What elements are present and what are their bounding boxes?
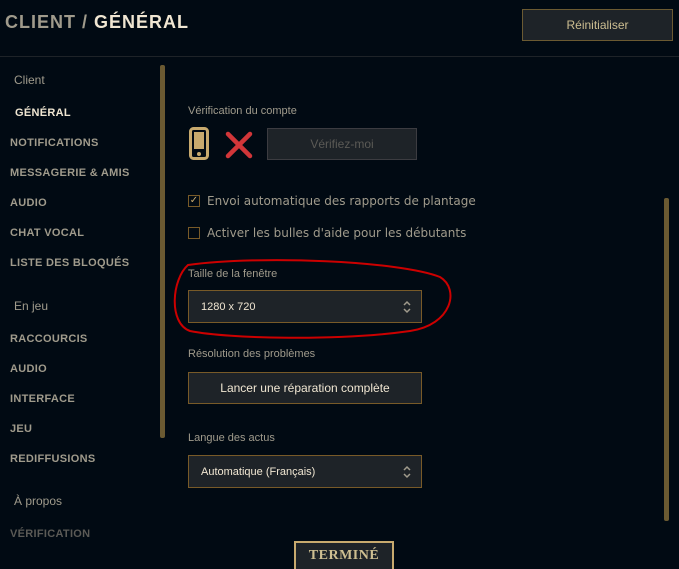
breadcrumb-separator: / [82,12,89,32]
sidebar-section-about: À propos [14,494,63,508]
sidebar-item-voice-chat[interactable]: CHAT VOCAL [10,227,84,239]
breadcrumb-client[interactable]: CLIENT [5,12,76,32]
sidebar-item-messaging-friends[interactable]: MESSAGERIE & AMIS [10,167,130,179]
breadcrumb-current: GÉNÉRAL [94,12,190,32]
chevron-updown-icon [403,465,411,479]
crash-report-option[interactable]: ✓ Envoi automatique des rapports de plan… [188,194,476,208]
header: CLIENT / GÉNÉRAL Réinitialiser [0,0,679,57]
full-repair-button[interactable]: Lancer une réparation complète [188,372,422,404]
crash-report-checkbox[interactable]: ✓ [188,195,200,207]
sidebar-scrollbar[interactable] [160,65,165,438]
sidebar-item-notifications[interactable]: NOTIFICATIONS [10,137,99,149]
main-scrollbar[interactable] [664,198,669,521]
news-language-label: Langue des actus [188,432,275,444]
done-button[interactable]: TERMINÉ [294,541,394,569]
sidebar-section-client: Client [14,73,45,87]
annotation-circle [173,259,452,339]
sidebar-item-audio-game[interactable]: AUDIO [10,363,47,375]
sidebar-item-game[interactable]: JEU [10,423,32,435]
sidebar-item-general[interactable]: GÉNÉRAL [15,107,71,119]
sidebar: Client GÉNÉRAL NOTIFICATIONS MESSAGERIE … [0,57,160,569]
sidebar-item-verification[interactable]: VÉRIFICATION [10,528,90,540]
sidebar-item-replays[interactable]: REDIFFUSIONS [10,453,96,465]
sidebar-item-audio-client[interactable]: AUDIO [10,197,47,209]
reset-button[interactable]: Réinitialiser [522,9,673,41]
sidebar-item-interface[interactable]: INTERFACE [10,393,75,405]
crash-report-label: Envoi automatique des rapports de planta… [207,194,476,208]
x-icon [225,131,253,159]
sidebar-item-blocked-list[interactable]: LISTE DES BLOQUÉS [10,257,129,269]
phone-icon [189,127,209,160]
page-title: CLIENT / GÉNÉRAL [5,12,189,33]
news-language-select[interactable]: Automatique (Français) [188,455,422,488]
news-language-value: Automatique (Français) [201,465,316,478]
tooltips-label: Activer les bulles d'aide pour les début… [207,226,467,240]
account-verification-label: Vérification du compte [188,105,297,117]
tooltips-checkbox[interactable] [188,227,200,239]
checkmark-icon: ✓ [189,195,199,206]
verify-me-button[interactable]: Vérifiez-moi [267,128,417,160]
sidebar-section-ingame: En jeu [14,299,49,313]
troubleshoot-label: Résolution des problèmes [188,348,316,360]
tooltips-option[interactable]: Activer les bulles d'aide pour les début… [188,226,466,240]
sidebar-item-hotkeys[interactable]: RACCOURCIS [10,333,88,345]
